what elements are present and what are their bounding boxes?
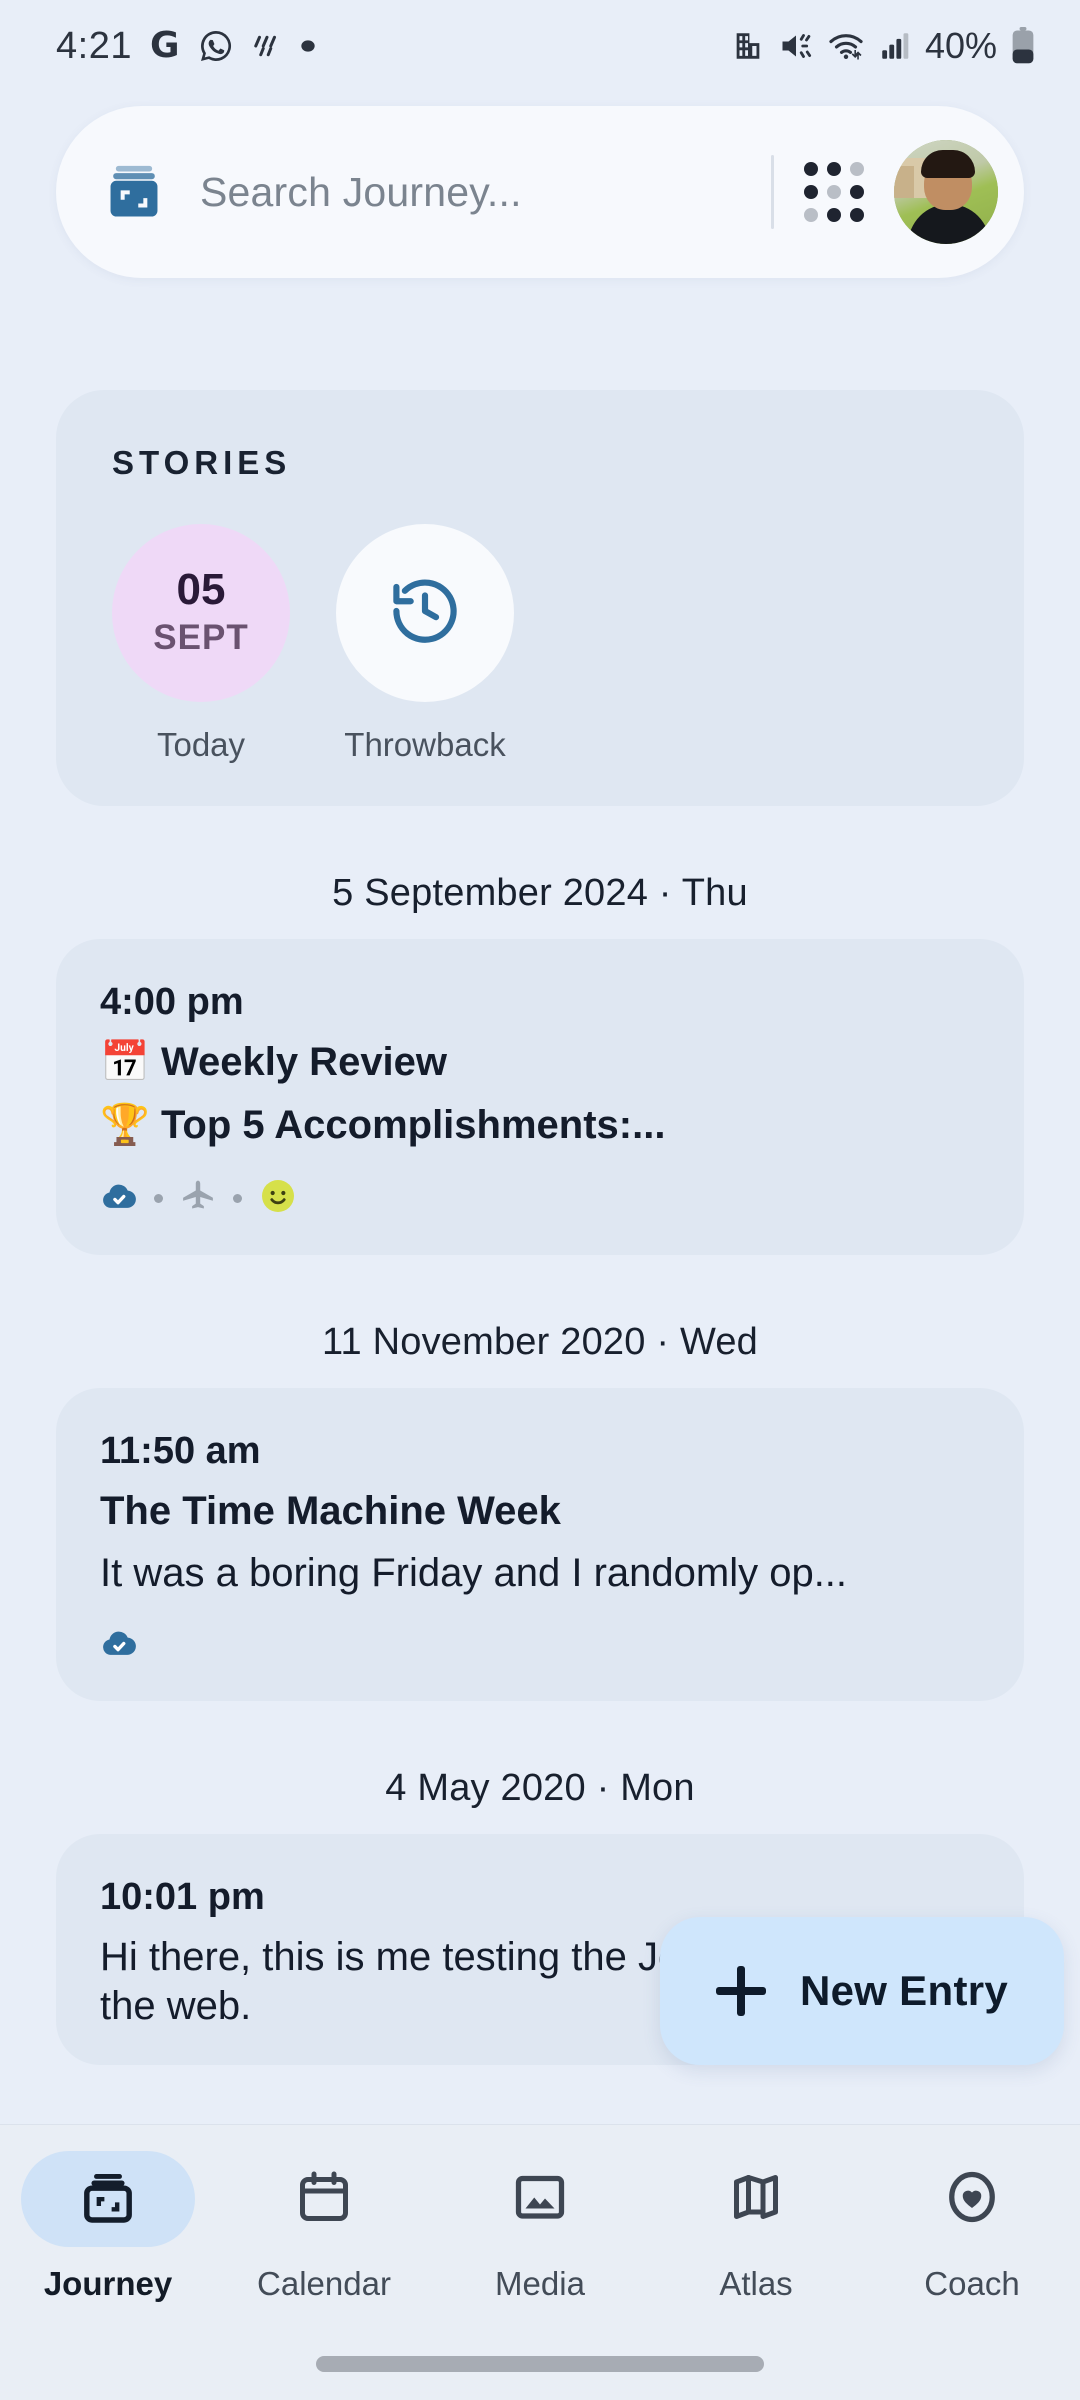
nav-label-coach: Coach <box>924 2265 1020 2302</box>
status-bar-left: 4:21 G <box>56 25 316 68</box>
mute-icon <box>778 28 814 64</box>
date-header: 11 November 2020 · Wed <box>321 1320 758 1363</box>
grid-dot <box>827 185 841 199</box>
story-item-throwback[interactable]: Throwback <box>336 524 514 764</box>
trophy-emoji: 🏆 <box>100 1101 150 1148</box>
nav-item-coach[interactable]: Coach <box>864 2151 1080 2303</box>
plus-icon <box>715 1966 766 2016</box>
apps-grid-icon[interactable] <box>804 162 864 222</box>
battery-percent: 40% <box>924 25 997 66</box>
date-header: 4 May 2020 · Mon <box>385 1767 695 1810</box>
nav-label-journey: Journey <box>43 2265 173 2302</box>
search-bar-container: Search Journey... <box>0 92 1080 278</box>
entry-time: 4:00 pm <box>100 981 244 1023</box>
nav-label-calendar: Calendar <box>257 2265 391 2302</box>
story-bubble-throwback[interactable] <box>336 524 514 702</box>
nav-pill-calendar <box>237 2151 411 2247</box>
airplane-icon <box>179 1177 217 1220</box>
story-day: 05 <box>176 565 226 614</box>
entry-title: 📅 Weekly Review <box>100 1038 980 1087</box>
calendar-emoji: 📅 <box>100 1039 150 1085</box>
entry-time: 10:01 pm <box>100 1876 265 1919</box>
story-item-today[interactable]: 05 SEPT Today <box>112 524 290 764</box>
entry-preview-text: Top 5 Accomplishments:... <box>160 1102 666 1147</box>
nav-pill-journey <box>21 2151 195 2247</box>
calendar-icon <box>294 2167 354 2232</box>
avatar-person-hair <box>921 150 975 178</box>
bottom-navigation: Journey Calendar Media Atlas Coach <box>0 2124 1080 2400</box>
google-icon: G <box>149 25 180 66</box>
grid-dot <box>827 162 841 176</box>
wifi-icon <box>827 27 865 65</box>
building-icon <box>731 29 765 63</box>
new-entry-button[interactable]: New Entry <box>660 1917 1064 2065</box>
entry-preview: 🏆 Top 5 Accomplishments:... <box>100 1101 980 1150</box>
grid-dot <box>827 208 841 222</box>
nav-pill-atlas <box>669 2151 843 2247</box>
nav-label-media: Media <box>495 2265 585 2302</box>
grid-dot <box>804 208 818 222</box>
date-header: 5 September 2024 · Thu <box>332 872 748 914</box>
avatar-scenery <box>894 166 914 198</box>
history-clock-icon <box>386 572 464 655</box>
whatsapp-icon <box>198 28 234 64</box>
grid-dot <box>804 162 818 176</box>
new-entry-label: New Entry <box>799 1967 1009 2014</box>
entry-meta <box>100 1624 980 1667</box>
status-time: 4:21 <box>56 24 132 67</box>
nav-pill-coach <box>885 2151 1059 2247</box>
story-bubble-today[interactable]: 05 SEPT <box>112 524 290 702</box>
grid-dot <box>804 185 818 199</box>
search-bar[interactable]: Search Journey... <box>56 106 1024 278</box>
dot-icon <box>300 38 316 54</box>
journey-box-icon <box>77 2166 139 2233</box>
image-icon <box>510 2167 570 2232</box>
nav-pill-media <box>453 2151 627 2247</box>
map-icon <box>726 2167 786 2232</box>
home-indicator[interactable] <box>316 2356 764 2372</box>
nav-item-calendar[interactable]: Calendar <box>216 2151 432 2303</box>
signal-icon <box>878 29 912 63</box>
nav-item-journey[interactable]: Journey <box>0 2151 216 2303</box>
cloud-synced-icon <box>100 1177 138 1220</box>
stories-row: 05 SEPT Today Throwback <box>112 524 1024 764</box>
search-divider <box>771 155 774 229</box>
meta-separator-dot <box>154 1193 163 1203</box>
status-bar: 4:21 G 40% <box>0 0 1080 92</box>
nav-item-media[interactable]: Media <box>432 2151 648 2303</box>
entry-preview: It was a boring Friday and I randomly op… <box>100 1551 848 1596</box>
search-input[interactable]: Search Journey... <box>200 169 761 216</box>
journey-logo-icon <box>102 160 166 224</box>
entry-meta <box>100 1176 980 1221</box>
nav-label-atlas: Atlas <box>719 2265 793 2302</box>
mood-smiley-icon <box>258 1176 298 1221</box>
heart-circle-icon <box>942 2167 1002 2232</box>
entry-title: The Time Machine Week <box>100 1488 561 1533</box>
nav-item-atlas[interactable]: Atlas <box>648 2151 864 2303</box>
meta-separator-dot <box>233 1193 242 1203</box>
entry-card[interactable]: 4:00 pm 📅 Weekly Review 🏆 Top 5 Accompli… <box>56 939 1024 1255</box>
timeline: 5 September 2024 · Thu 4:00 pm 📅 Weekly … <box>0 872 1080 2065</box>
entry-card[interactable]: 11:50 am The Time Machine Week It was a … <box>56 1387 1024 1702</box>
entry-title-text: Weekly Review <box>160 1040 448 1084</box>
entry-time: 11:50 am <box>100 1429 261 1472</box>
grid-dot <box>850 162 864 176</box>
battery-icon <box>1010 27 1036 65</box>
stories-card: STORIES 05 SEPT Today Throwback <box>56 390 1024 806</box>
rain-icon <box>252 31 282 61</box>
stories-title: STORIES <box>112 444 292 481</box>
grid-dot <box>850 208 864 222</box>
story-month: SEPT <box>153 618 249 657</box>
cloud-synced-icon <box>100 1624 138 1667</box>
user-avatar[interactable] <box>894 140 998 244</box>
story-label: Today <box>156 726 246 763</box>
story-label: Throwback <box>344 726 506 763</box>
grid-dot <box>850 185 864 199</box>
status-bar-right: 40% <box>731 25 1036 67</box>
